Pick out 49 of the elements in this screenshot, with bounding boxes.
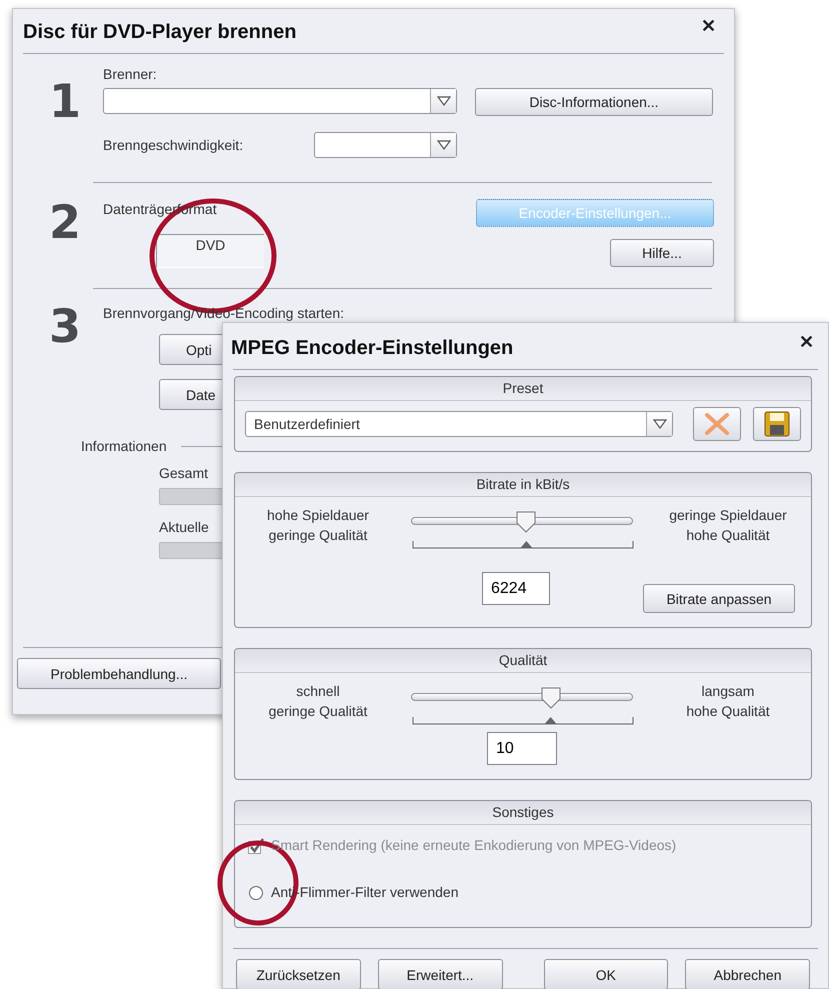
slider-label: geringe Spieldauer [669,506,787,525]
dropdown-arrow-icon [652,419,666,429]
group-title: Qualität [235,649,811,673]
slider-label: geringe Qualität [268,526,368,545]
step-number: 1 [48,78,82,130]
dropdown-field[interactable]: Benutzerdefiniert [245,411,673,437]
group-title: Preset [235,377,811,401]
close-button[interactable]: ✕ [795,333,818,351]
dropdown-field[interactable] [103,88,457,114]
dropdown-arrow-icon [436,140,450,150]
cross-icon [704,412,730,436]
adjust-bitrate-button[interactable]: Bitrate anpassen [643,584,795,613]
field-label: Brenngeschwindigkeit: [103,136,244,155]
step-number: 2 [48,199,82,251]
dropdown-arrow-icon [436,96,450,106]
close-button[interactable]: ✕ [697,17,720,35]
dropdown-field[interactable] [314,132,457,158]
field-label: Brenner: [103,65,158,84]
slider-thumb[interactable] [516,511,536,533]
slider[interactable] [411,687,633,709]
slider-label: langsam [702,682,754,701]
slider-thumb[interactable] [540,687,561,709]
troubleshoot-button[interactable]: Problembehandlung... [17,658,221,689]
value-field[interactable]: 6224 [482,572,550,605]
slider-label: hohe Qualität [686,702,770,721]
slider-label: schnell [296,682,340,701]
button[interactable]: Abbrechen [685,959,810,989]
radio-button[interactable] [247,884,265,902]
group-title: Bitrate in kBit/s [235,473,811,497]
slider-label: hohe Spieldauer [267,506,369,525]
button[interactable]: Erweitert... [378,959,502,989]
value-field[interactable]: 10 [487,732,557,765]
disc-info-button[interactable]: Disc-Informationen... [475,88,713,116]
checkbox-label: Smart Rendering (keine erneute Enkodierung von MPEG-Videos) [271,836,676,855]
button[interactable]: OK [544,959,668,989]
button[interactable]: Zurücksetzen [236,959,361,989]
group-title: Sonstiges [235,801,811,825]
progress-label: Gesamt [159,465,208,481]
slider[interactable] [411,511,633,533]
slider-label: geringe Qualität [268,702,368,721]
window-title: Disc für DVD-Player brennen [23,20,296,45]
format-display: DVD [156,234,264,268]
slider-label: hohe Qualität [686,526,770,545]
step-number: 3 [48,303,82,355]
progress-label: Aktuelle [159,519,209,535]
help-button[interactable]: Hilfe... [610,239,714,267]
save-button[interactable] [753,407,801,441]
section-label: Informationen [81,437,167,456]
section-label: Brennvorgang/Video-Encoding starten: [103,305,344,321]
